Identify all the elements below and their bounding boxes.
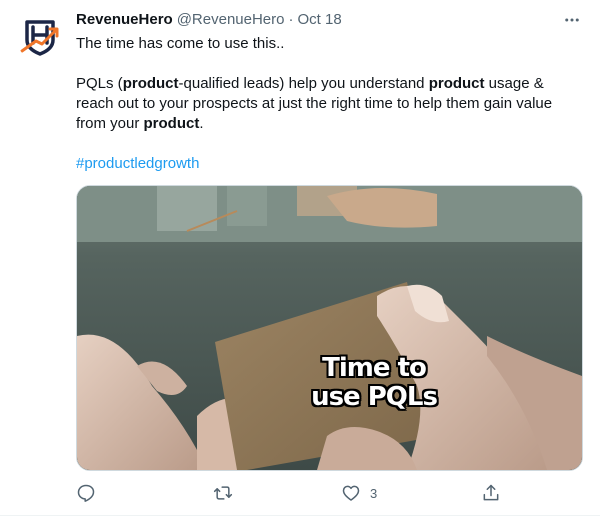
tweet-header: RevenueHero @RevenueHero · Oct 18 [76, 10, 584, 30]
text-segment: -qualified leads) help you understand [178, 75, 429, 92]
more-options-button[interactable] [560, 8, 584, 32]
retweet-icon [213, 486, 233, 500]
author-handle[interactable]: @RevenueHero [177, 10, 285, 30]
revenuehero-logo-icon [16, 13, 64, 61]
bold-keyword: product [143, 115, 200, 132]
text-segment: . [199, 115, 204, 132]
like-count: 3 [370, 485, 378, 501]
text-segment: PQLs ( [76, 75, 123, 92]
tweet-paragraph-2: PQLs (product-qualified leads) help you … [76, 74, 584, 134]
bold-keyword: product [122, 75, 179, 92]
more-horizontal-icon [565, 18, 579, 22]
retweet-button[interactable] [212, 480, 234, 506]
header-separator: · [288, 11, 294, 28]
like-button[interactable]: 3 [341, 480, 377, 506]
tweet-date[interactable]: Oct 18 [298, 10, 342, 30]
tweet-text: The time has come to use this.. PQLs (pr… [76, 34, 584, 174]
tweet-card[interactable]: RevenueHero @RevenueHero · Oct 18 The ti… [0, 0, 600, 516]
tweet-line-1: The time has come to use this.. [76, 35, 285, 52]
heart-icon [342, 485, 360, 501]
bold-keyword: product [428, 75, 485, 92]
tweet-content: RevenueHero @RevenueHero · Oct 18 The ti… [76, 10, 584, 174]
tweet-actions: 3 [76, 480, 516, 506]
media-photo [77, 186, 582, 470]
hashtag-link[interactable]: #productledgrowth [76, 155, 199, 172]
tweet-media-image[interactable]: Time to use PQLs [76, 185, 583, 471]
author-avatar[interactable] [16, 13, 64, 61]
author-name[interactable]: RevenueHero [76, 10, 173, 30]
reply-icon [77, 484, 95, 502]
share-icon [483, 484, 499, 501]
media-caption: Time to use PQLs [311, 353, 438, 412]
reply-button[interactable] [76, 480, 96, 506]
share-button[interactable] [481, 480, 501, 506]
